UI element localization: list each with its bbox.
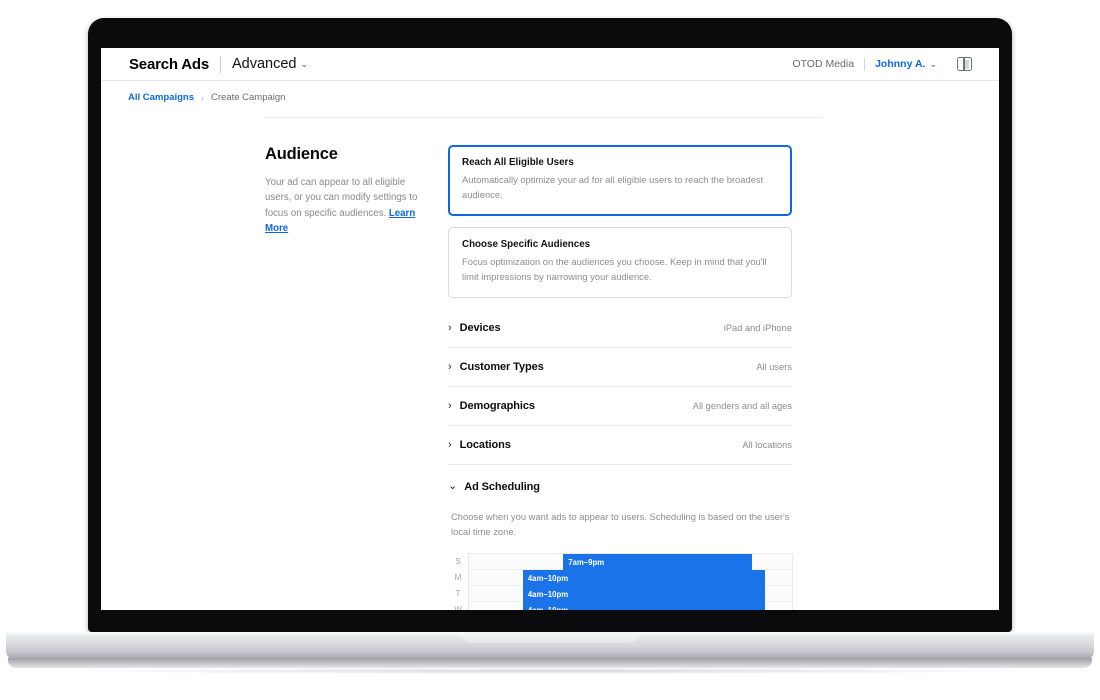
schedule-bar-label: 7am–9pm — [568, 557, 605, 567]
schedule-bar-label: 4am–10pm — [523, 606, 568, 610]
schedule-bar[interactable]: 4am–10pm — [522, 586, 766, 603]
schedule-row[interactable]: 7am–9pm — [469, 554, 792, 571]
accordion-label: Demographics — [459, 400, 535, 413]
chart-gridline — [792, 554, 793, 610]
accordion-label: Devices — [459, 322, 501, 335]
schedule-day-label: M — [454, 572, 462, 582]
schedule-bar-label: 4am–10pm — [527, 573, 569, 583]
laptop-base-notch — [462, 632, 638, 643]
header-right-cluster: OTOD Media Johnny A. ⌄ — [792, 57, 972, 71]
schedule-row[interactable]: 4am–10pm — [469, 602, 792, 610]
breadcrumb-all-campaigns-link[interactable]: All Campaigns — [128, 92, 194, 103]
schedule-row[interactable]: 4am–10pm — [469, 586, 792, 603]
breadcrumb: All Campaigns › Create Campaign — [101, 81, 999, 103]
schedule-bar[interactable]: 4am–10pm — [522, 602, 766, 610]
page-title: Audience — [265, 145, 338, 163]
accordion-row-locations[interactable]: › Locations All locations — [448, 426, 792, 466]
form-column: Reach All Eligible Users Automatically o… — [448, 145, 793, 610]
intro-column: Audience Your ad can appear to all eligi… — [265, 145, 448, 610]
ad-scheduling-description: Choose when you want ads to appear to us… — [451, 511, 790, 538]
option-title: Choose Specific Audiences — [462, 239, 591, 251]
ad-scheduling-title: Ad Scheduling — [464, 480, 540, 493]
option-card-choose-specific-audiences[interactable]: Choose Specific Audiences Focus optimiza… — [448, 227, 792, 299]
chevron-right-icon: › — [448, 321, 452, 334]
schedule-day-axis: SMTWTF — [448, 553, 468, 610]
schedule-day-label: S — [455, 556, 461, 566]
schedule-day-label: T — [455, 588, 461, 598]
brand-divider — [219, 55, 221, 73]
accordion-value: iPad and iPhone — [723, 323, 792, 334]
intro-description: Your ad can appear to all eligible users… — [265, 175, 424, 236]
schedule-bar-label: 4am–10pm — [527, 589, 569, 599]
chevron-right-icon: › — [448, 438, 452, 451]
laptop-foot — [8, 658, 1092, 668]
option-description: Automatically optimize your ad for all e… — [462, 174, 764, 200]
laptop-foot-shadow — [60, 668, 1040, 674]
account-name-link[interactable]: Johnny A. — [875, 58, 925, 70]
accordion-value: All users — [756, 362, 792, 373]
schedule-chart: SMTWTF 7am–9pm4am–10pm4am–10pm4am–10pm1a… — [448, 553, 793, 610]
accordion-value: All locations — [742, 440, 792, 451]
chevron-right-icon: › — [448, 399, 452, 412]
accordion-row-ad-scheduling[interactable]: ⌄ Ad Scheduling — [448, 467, 792, 506]
content-row: Audience Your ad can appear to all eligi… — [101, 118, 999, 610]
schedule-day-label: W — [454, 604, 462, 610]
accordion-label: Locations — [459, 439, 511, 452]
app-header: Search Ads Advanced ⌄ OTOD Media Johnny … — [101, 48, 999, 81]
accordion-value: All genders and all ages — [692, 401, 792, 412]
schedule-bar[interactable]: 4am–10pm — [522, 570, 766, 587]
schedule-bar[interactable]: 7am–9pm — [563, 554, 752, 571]
org-name-label: OTOD Media — [792, 58, 855, 70]
accordion-label: Customer Types — [459, 361, 544, 374]
breadcrumb-current: Create Campaign — [211, 92, 286, 103]
accordion-row-devices[interactable]: › Devices iPad and iPhone — [448, 309, 792, 349]
chevron-down-icon[interactable]: ⌄ — [300, 59, 308, 70]
accordion-row-customer-types[interactable]: › Customer Types All users — [448, 348, 792, 388]
schedule-track-area: 7am–9pm4am–10pm4am–10pm4am–10pm1am–5pm7a… — [468, 553, 793, 610]
browser-viewport: Search Ads Advanced ⌄ OTOD Media Johnny … — [101, 48, 999, 610]
brand-name: Search Ads — [129, 55, 209, 73]
chevron-right-icon: › — [201, 92, 204, 103]
brand-tier-label: Advanced — [231, 56, 297, 72]
option-card-reach-all-eligible-users[interactable]: Reach All Eligible Users Automatically o… — [448, 145, 792, 217]
schedule-row[interactable]: 4am–10pm — [469, 570, 792, 587]
accordion-row-demographics[interactable]: › Demographics All genders and all ages — [448, 387, 792, 427]
chevron-right-icon: › — [448, 360, 452, 373]
option-description: Focus optimization on the audiences you … — [462, 256, 767, 282]
option-title: Reach All Eligible Users — [462, 157, 574, 168]
sidebar-panel-icon[interactable] — [957, 57, 972, 71]
chevron-down-icon[interactable]: ⌄ — [929, 59, 937, 70]
header-divider — [864, 57, 866, 71]
chevron-down-icon: ⌄ — [448, 480, 458, 493]
page-body: Audience Your ad can appear to all eligi… — [101, 103, 999, 610]
brand-lockup[interactable]: Search Ads Advanced ⌄ — [128, 55, 308, 73]
laptop-mockup: Search Ads Advanced ⌄ OTOD Media Johnny … — [0, 0, 1100, 700]
